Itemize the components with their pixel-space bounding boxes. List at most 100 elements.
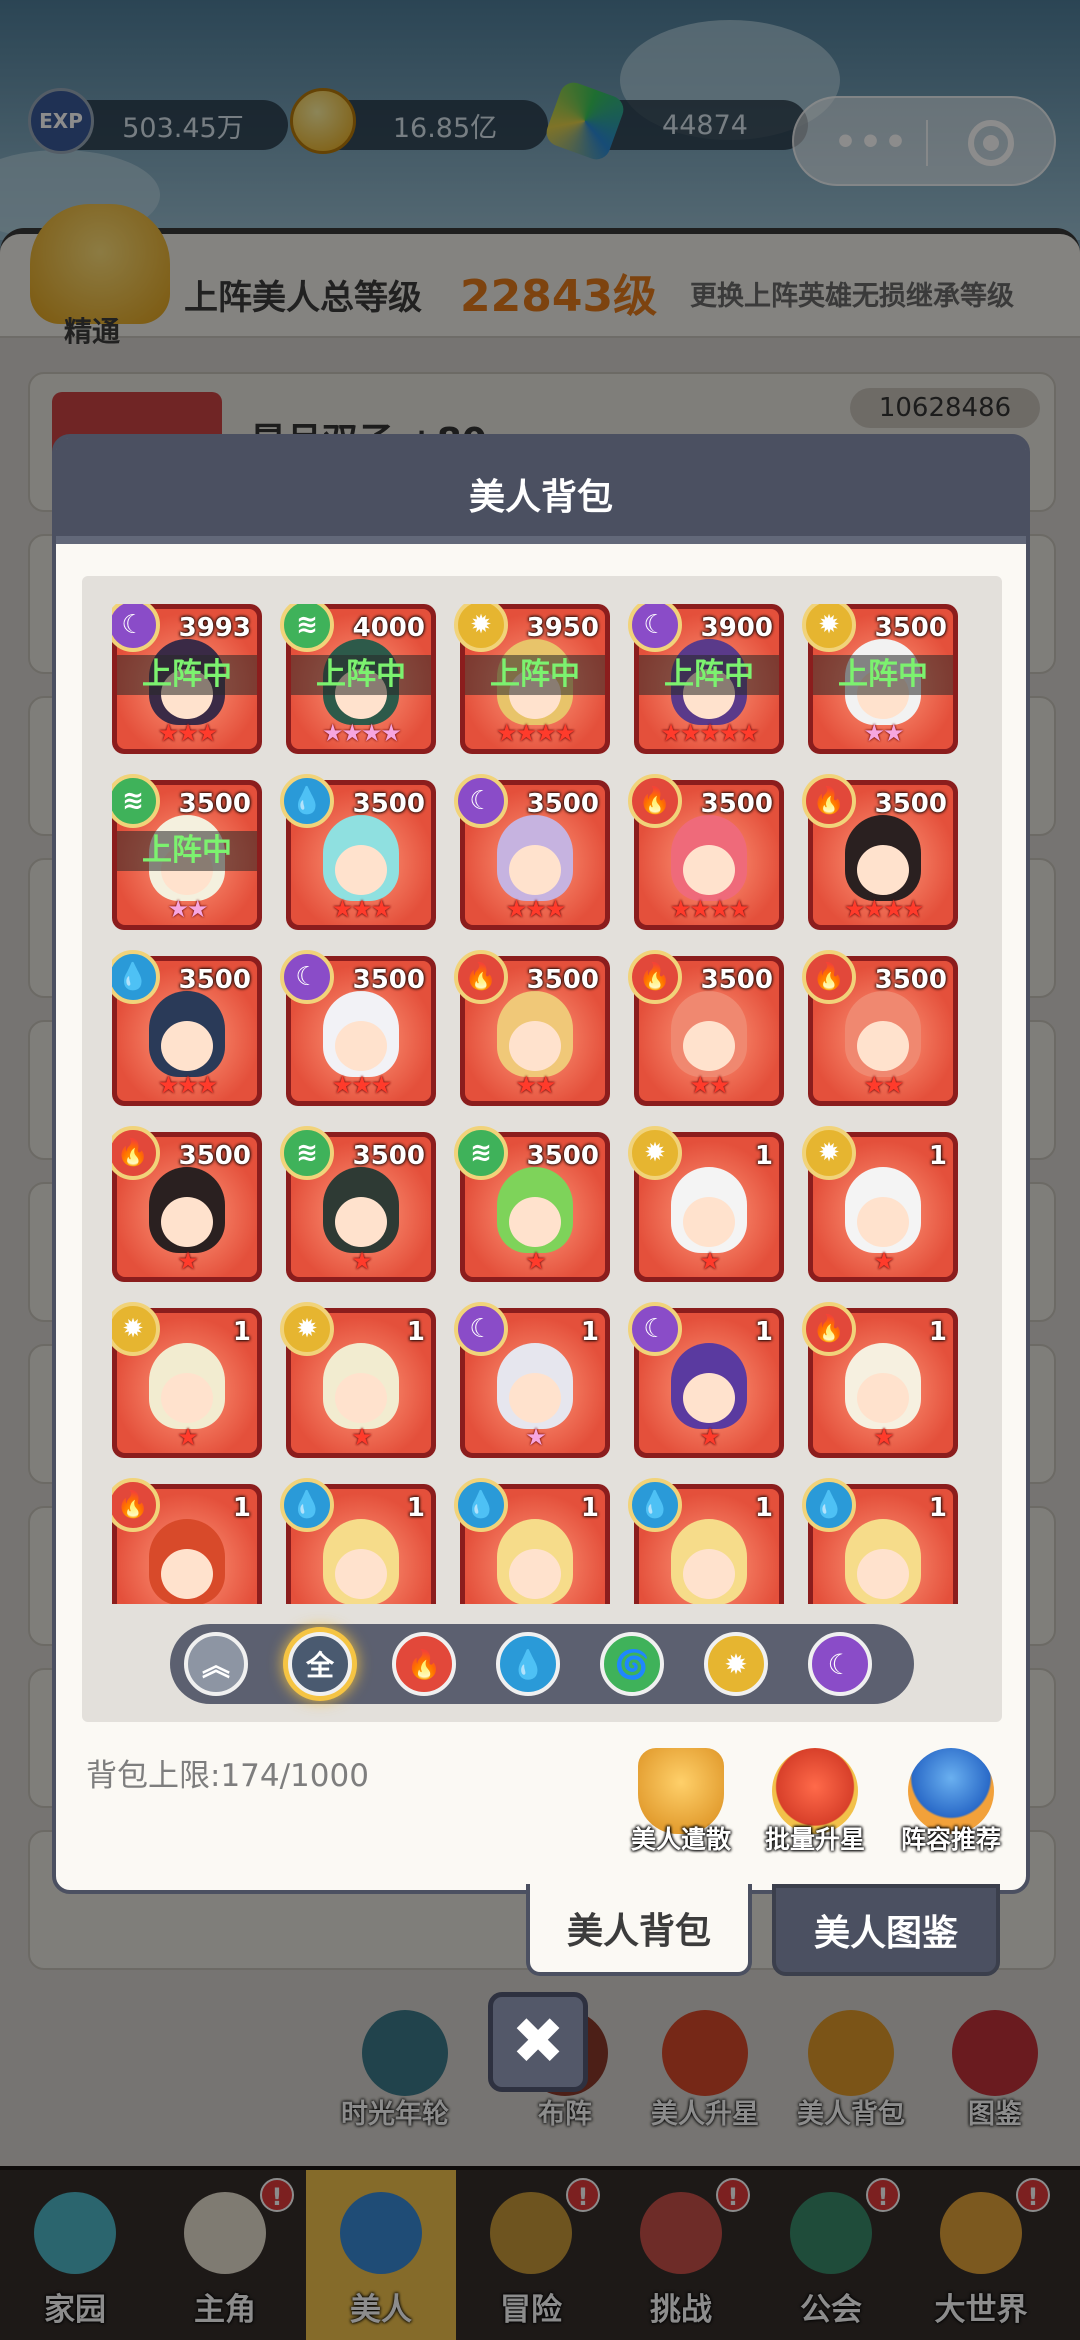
- nav-challenge[interactable]: 挑战!: [606, 2170, 756, 2340]
- hero-grid[interactable]: 3993 上阵中 ★★★ ☾ 4000 上阵中 ★★★★ ≋ 3950 上阵中 ★★★★ ✹ 3900 上…: [112, 604, 982, 1604]
- hero-card-gold: 10628486: [850, 388, 1040, 428]
- hero-card-slot[interactable]: 3500 ★★★ ☾: [280, 950, 436, 1106]
- hero-card-slot[interactable]: 3500 ★★ 🔥: [628, 950, 784, 1106]
- star-up-icon: [662, 2010, 748, 2096]
- deployed-badge: 上阵中: [291, 655, 431, 695]
- hero-face: [335, 1197, 387, 1247]
- light-element-icon: ✹: [628, 1126, 682, 1180]
- sort-up-filter-button[interactable]: ︽: [184, 1632, 248, 1696]
- hero-card-slot[interactable]: 4000 上阵中 ★★★★ ≋: [280, 604, 436, 754]
- dark-element-icon: ☾: [454, 1302, 508, 1356]
- capsule-divider: [926, 120, 928, 166]
- hero-face: [335, 1549, 387, 1599]
- hero-card-slot[interactable]: 3500 ★★★ 💧: [112, 950, 262, 1106]
- close-modal-button[interactable]: ✖: [488, 1992, 588, 2092]
- hero-stars: ★★: [167, 895, 208, 923]
- more-menu-button[interactable]: •••: [834, 122, 909, 163]
- fire-element-filter-button[interactable]: 🔥: [392, 1632, 456, 1696]
- hero-card-slot[interactable]: 1 ★ ☾: [628, 1302, 784, 1458]
- notification-badge: !: [566, 2178, 600, 2212]
- hero-card-slot[interactable]: 3950 上阵中 ★★★★ ✹: [454, 604, 610, 754]
- water-element-icon: 💧: [280, 774, 334, 828]
- tab-collection[interactable]: 美人图鉴: [772, 1884, 1000, 1976]
- backpack-modal: 美人背包 3993 上阵中 ★★★ ☾ 4000 上阵中 ★★★★ ≋ 3950 上阵中 ★★★★ ✹…: [52, 434, 1030, 1894]
- hero-level: 3500: [178, 789, 251, 819]
- dark-element-filter-button[interactable]: ☾: [808, 1632, 872, 1696]
- hero-card-slot[interactable]: 1 🔥: [112, 1478, 262, 1604]
- feature-backpack[interactable]: 美人背包: [786, 2010, 916, 2130]
- hero-face: [509, 1197, 561, 1247]
- nav-guild[interactable]: 公会!: [756, 2170, 906, 2340]
- lineup-recommend-button[interactable]: 阵容推荐: [886, 1748, 1016, 1868]
- hero-stars: ★: [873, 1423, 895, 1451]
- wind-element-icon: ≋: [280, 1126, 334, 1180]
- mastery-emblem-icon[interactable]: [30, 204, 170, 324]
- time-wheel-icon: [362, 2010, 448, 2096]
- nav-world[interactable]: 大世界!: [906, 2170, 1056, 2340]
- tab-backpack[interactable]: 美人背包: [526, 1884, 752, 1976]
- feature-star-up[interactable]: 美人升星: [640, 2010, 770, 2130]
- hero-card-slot[interactable]: 1 💧: [628, 1478, 784, 1604]
- hero-level: 3500: [178, 1141, 251, 1171]
- hero-card-slot[interactable]: 3500 ★★ 🔥: [802, 950, 958, 1106]
- nav-adventure[interactable]: 冒险!: [456, 2170, 606, 2340]
- hero-card-slot[interactable]: 3500 ★★ 🔥: [454, 950, 610, 1106]
- hero-card-slot[interactable]: 3500 上阵中 ★★ ≋: [112, 774, 262, 930]
- hero-stars: ★★★★: [495, 719, 576, 747]
- batch-star-up-button[interactable]: 批量升星: [750, 1748, 880, 1868]
- hero-card-slot[interactable]: 3993 上阵中 ★★★ ☾: [112, 604, 262, 754]
- light-element-icon: ✹: [724, 1647, 748, 1681]
- home-icon: [34, 2192, 116, 2274]
- hero-stars: ★: [351, 1247, 373, 1275]
- hero-card-slot[interactable]: 3500 ★ 🔥: [112, 1126, 262, 1282]
- dismiss-beauty-button[interactable]: 美人遣散: [616, 1748, 746, 1868]
- hero-level: 1: [580, 1493, 599, 1523]
- hero-level: 1: [232, 1493, 251, 1523]
- all-filter-icon: 全: [305, 1649, 334, 1682]
- element-filter-bar: ︽ 全 🔥 💧 🌀 ✹ ☾: [170, 1624, 914, 1704]
- fire-element-icon: 🔥: [454, 950, 508, 1004]
- hero-card-slot[interactable]: 1 💧: [802, 1478, 958, 1604]
- nav-home[interactable]: 家园: [0, 2170, 150, 2340]
- hero-card-slot[interactable]: 3500 ★ ≋: [280, 1126, 436, 1282]
- hero-card-slot[interactable]: 1 ★ 🔥: [802, 1302, 958, 1458]
- nav-hero[interactable]: 主角!: [150, 2170, 300, 2340]
- hero-face: [509, 845, 561, 895]
- hero-card-slot[interactable]: 3500 ★★★★ 🔥: [628, 774, 784, 930]
- notification-badge: !: [716, 2178, 750, 2212]
- hero-card-slot[interactable]: 1 ★ ✹: [112, 1302, 262, 1458]
- deployed-badge: 上阵中: [117, 831, 257, 871]
- fire-element-icon: 🔥: [628, 774, 682, 828]
- hero-card-slot[interactable]: 3500 ★★★ 💧: [280, 774, 436, 930]
- water-element-filter-button[interactable]: 💧: [496, 1632, 560, 1696]
- modal-header: 美人背包: [56, 438, 1026, 544]
- all-filter-filter-button[interactable]: 全: [288, 1632, 352, 1696]
- guild-icon: [790, 2192, 872, 2274]
- light-element-filter-button[interactable]: ✹: [704, 1632, 768, 1696]
- hero-card-slot[interactable]: 1 💧: [280, 1478, 436, 1604]
- nav-label: 美人: [350, 2292, 412, 2328]
- hero-card-slot[interactable]: 1 ★ ✹: [280, 1302, 436, 1458]
- water-element-icon: 💧: [628, 1478, 682, 1532]
- hero-card-slot[interactable]: 3500 ★★★★ 🔥: [802, 774, 958, 930]
- close-miniprogram-button[interactable]: [968, 120, 1014, 166]
- hero-card-slot[interactable]: 1 ★ ✹: [628, 1126, 784, 1282]
- adventure-icon: [490, 2192, 572, 2274]
- hero-level: 1: [580, 1317, 599, 1347]
- hero-stars: ★★★★: [669, 895, 750, 923]
- hero-face: [683, 1021, 735, 1071]
- hero-stars: ★★★: [157, 719, 219, 747]
- nav-beauty[interactable]: 美人: [306, 2170, 456, 2340]
- hero-face: [161, 1373, 213, 1423]
- hero-card-slot[interactable]: 1 💧: [454, 1478, 610, 1604]
- hero-card-slot[interactable]: 3900 上阵中 ★★★★★ ☾: [628, 604, 784, 754]
- hero-card-slot[interactable]: 3500 ★★★ ☾: [454, 774, 610, 930]
- hero-card-slot[interactable]: 1 ★ ☾: [454, 1302, 610, 1458]
- hero-icon: [184, 2192, 266, 2274]
- wind-element-filter-button[interactable]: 🌀: [600, 1632, 664, 1696]
- hero-card-slot[interactable]: 3500 ★ ≋: [454, 1126, 610, 1282]
- feature-time-wheel[interactable]: 时光年轮: [340, 2010, 470, 2130]
- hero-card-slot[interactable]: 1 ★ ✹: [802, 1126, 958, 1282]
- feature-book[interactable]: 图鉴: [930, 2010, 1060, 2130]
- hero-card-slot[interactable]: 3500 上阵中 ★★ ✹: [802, 604, 958, 754]
